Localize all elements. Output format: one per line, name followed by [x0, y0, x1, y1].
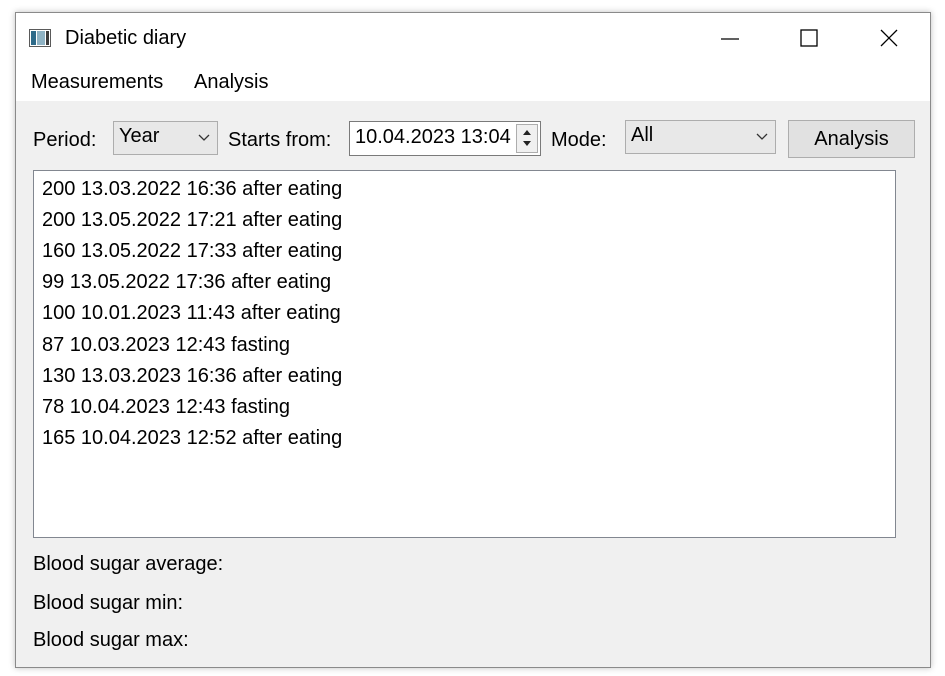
menu-measurements[interactable]: Measurements [31, 71, 163, 94]
blood-sugar-max-label: Blood sugar max: [33, 629, 189, 651]
analysis-button[interactable]: Analysis [788, 120, 915, 158]
datetime-spinner[interactable] [516, 124, 538, 153]
list-item[interactable]: 165 10.04.2023 12:52 after eating [42, 427, 342, 450]
list-item[interactable]: 200 13.05.2022 17:21 after eating [42, 209, 342, 232]
maximize-icon [800, 29, 818, 47]
maximize-button[interactable] [769, 13, 849, 65]
mode-label: Mode: [551, 129, 607, 151]
chevron-down-icon [756, 133, 768, 140]
close-icon [880, 29, 898, 47]
measurements-list[interactable]: 200 13.03.2022 16:36 after eating 200 13… [33, 170, 896, 538]
close-button[interactable] [849, 13, 929, 65]
minimize-icon [721, 38, 739, 40]
title-bar[interactable]: Diabetic diary [16, 13, 930, 65]
mode-select[interactable]: All [625, 120, 776, 154]
mode-select-value: All [631, 124, 654, 146]
blood-sugar-min-label: Blood sugar min: [33, 592, 184, 614]
app-icon [29, 29, 51, 47]
list-item[interactable]: 100 10.01.2023 11:43 after eating [42, 302, 341, 325]
list-item[interactable]: 160 13.05.2022 17:33 after eating [42, 240, 342, 263]
menu-bar: Measurements Analysis [16, 65, 930, 101]
starts-from-label: Starts from: [228, 129, 332, 151]
chevron-down-icon [198, 134, 210, 141]
menu-analysis[interactable]: Analysis [194, 71, 268, 94]
spin-down-icon[interactable] [517, 138, 537, 152]
period-select[interactable]: Year [113, 121, 218, 155]
blood-sugar-average-label: Blood sugar average: [33, 553, 224, 575]
spin-up-icon[interactable] [517, 125, 537, 138]
list-item[interactable]: 87 10.03.2023 12:43 fasting [42, 334, 290, 357]
period-select-value: Year [119, 125, 160, 147]
list-item[interactable]: 200 13.03.2022 16:36 after eating [42, 178, 342, 201]
starts-from-value: 10.04.2023 13:04 [355, 126, 511, 148]
period-label: Period: [33, 129, 97, 151]
starts-from-datetime[interactable]: 10.04.2023 13:04 [349, 121, 541, 156]
minimize-button[interactable] [689, 13, 769, 65]
list-item[interactable]: 78 10.04.2023 12:43 fasting [42, 396, 290, 419]
main-window: Diabetic diary Measurements Analysis Per… [15, 12, 931, 668]
window-title: Diabetic diary [65, 27, 187, 49]
list-item[interactable]: 130 13.03.2023 16:36 after eating [42, 365, 342, 388]
list-item[interactable]: 99 13.05.2022 17:36 after eating [42, 271, 331, 294]
